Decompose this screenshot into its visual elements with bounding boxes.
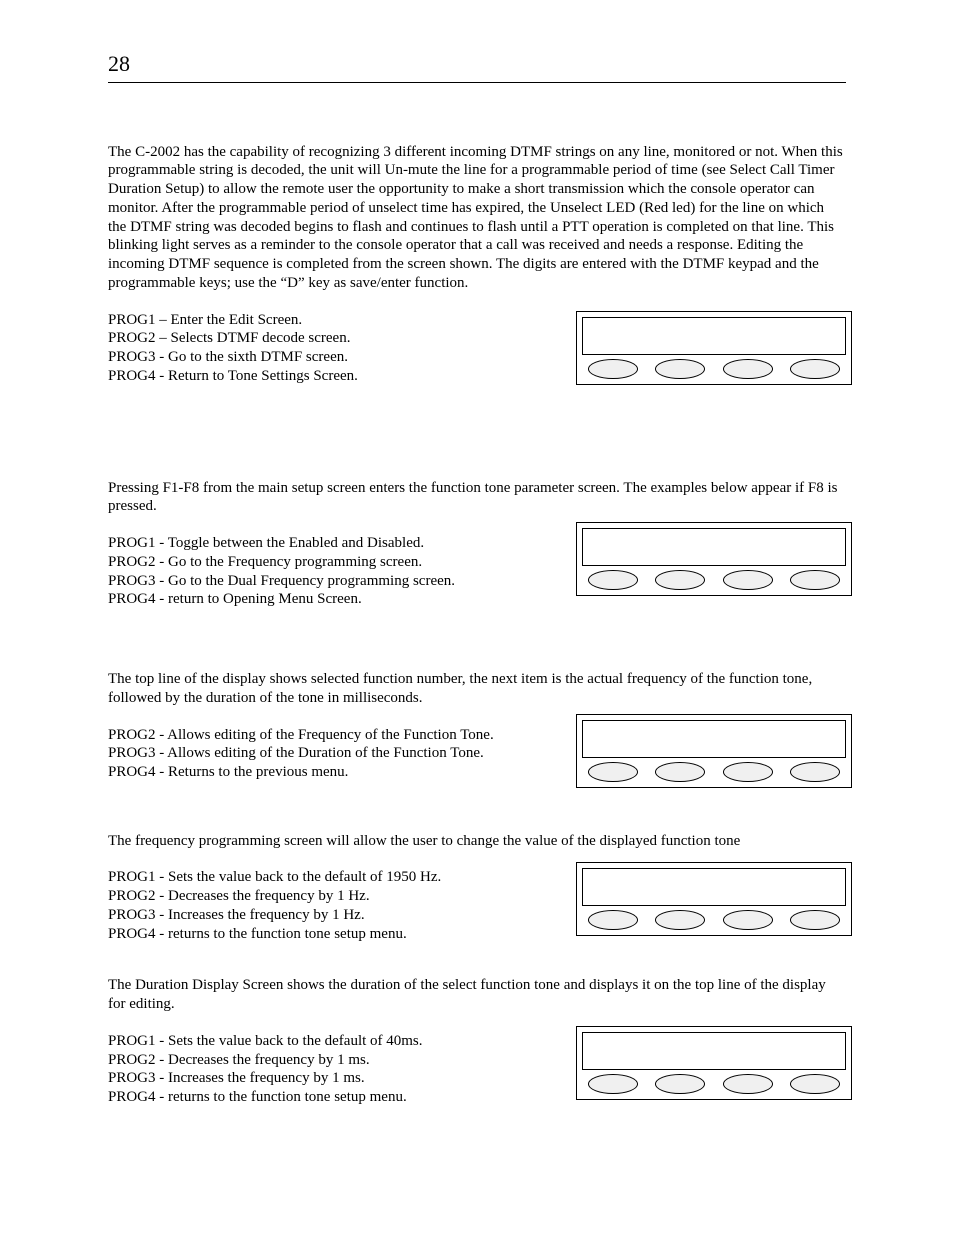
prog-button-1[interactable] [588, 910, 638, 930]
prog-button-3[interactable] [723, 910, 773, 930]
prog-button-4[interactable] [790, 910, 840, 930]
display-panel-5 [576, 1026, 852, 1100]
prog-button-2[interactable] [655, 359, 705, 379]
section5-paragraph: The Duration Display Screen shows the du… [108, 976, 846, 1014]
display-screen [582, 528, 846, 566]
prog-button-2[interactable] [655, 1074, 705, 1094]
display-screen [582, 868, 846, 906]
page-number: 28 [108, 50, 846, 78]
divider [108, 82, 846, 83]
prog-button-2[interactable] [655, 762, 705, 782]
page: 28 The C-2002 has the capability of reco… [0, 0, 954, 1235]
display-panel-3 [576, 714, 852, 788]
section3-paragraph: The top line of the display shows select… [108, 670, 846, 708]
display-screen [582, 317, 846, 355]
display-panel-2 [576, 522, 852, 596]
prog-button-3[interactable] [723, 1074, 773, 1094]
section4-paragraph: The frequency programming screen will al… [108, 832, 846, 851]
prog-button-2[interactable] [655, 910, 705, 930]
display-panel-1 [576, 311, 852, 385]
prog-button-1[interactable] [588, 762, 638, 782]
prog-button-3[interactable] [723, 570, 773, 590]
prog-button-3[interactable] [723, 359, 773, 379]
prog-button-3[interactable] [723, 762, 773, 782]
prog-button-2[interactable] [655, 570, 705, 590]
section2-paragraph: Pressing F1-F8 from the main setup scree… [108, 479, 846, 517]
prog-button-1[interactable] [588, 1074, 638, 1094]
display-screen [582, 720, 846, 758]
display-screen [582, 1032, 846, 1070]
prog-button-1[interactable] [588, 359, 638, 379]
intro-paragraph: The C-2002 has the capability of recogni… [108, 143, 846, 293]
prog-button-4[interactable] [790, 762, 840, 782]
prog-button-4[interactable] [790, 1074, 840, 1094]
prog-button-1[interactable] [588, 570, 638, 590]
display-panel-4 [576, 862, 852, 936]
prog-button-4[interactable] [790, 570, 840, 590]
prog-button-4[interactable] [790, 359, 840, 379]
